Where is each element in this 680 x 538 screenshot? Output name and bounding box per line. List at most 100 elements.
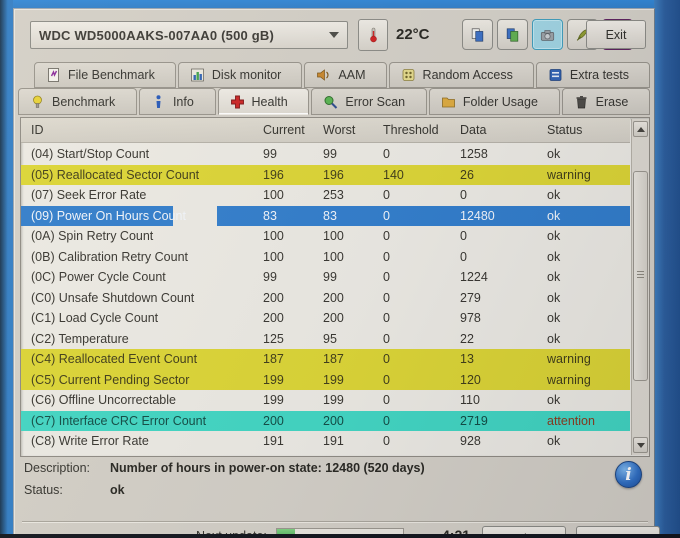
table-row[interactable]: (C7) Interface CRC Error Count 200 200 0… (21, 410, 630, 431)
tab-health[interactable]: Health (217, 88, 310, 115)
table-row[interactable]: (C0) Unsafe Shutdown Count 200 200 0 279… (21, 288, 630, 309)
aam-speaker-icon (317, 69, 329, 81)
column-header-status[interactable]: Status (547, 123, 630, 137)
cell-current: 83 (263, 208, 277, 223)
info-circle-icon[interactable]: i (615, 461, 642, 488)
tab-random-access[interactable]: Random Access (388, 62, 534, 88)
tab-folder-usage[interactable]: Folder Usage (428, 88, 560, 115)
cell-data: 0 (460, 188, 467, 203)
cell-current: 200 (263, 290, 284, 305)
temperature-button[interactable] (358, 19, 388, 51)
cell-threshold: 0 (383, 249, 390, 264)
cell-threshold: 0 (383, 270, 390, 285)
tab-file-benchmark[interactable]: File Benchmark (34, 62, 176, 88)
cell-worst: 200 (323, 311, 344, 326)
tab-label: Error Scan (345, 94, 406, 109)
copy-pages-button[interactable] (462, 19, 493, 50)
tab-label: Folder Usage (462, 94, 538, 109)
main-toolbar: WDC WD5000AAKS-007AA0 (500 gB) 22°C Exit (14, 9, 654, 61)
cell-worst: 83 (323, 208, 337, 223)
scrollbar-grip-icon (637, 271, 644, 280)
scrollbar-thumb[interactable] (633, 171, 648, 381)
cell-threshold: 0 (383, 229, 390, 244)
table-row[interactable]: (05) Reallocated Sector Count 196 196 14… (21, 164, 630, 185)
cell-status: ok (547, 208, 561, 223)
cell-data: 0 (460, 229, 467, 244)
tab-label: Erase (595, 94, 629, 109)
table-row[interactable]: (07) Seek Error Rate 100 253 0 0 ok (21, 185, 630, 206)
random-access-icon (402, 69, 414, 81)
cell-current: 99 (263, 270, 277, 285)
table-row[interactable]: (C4) Reallocated Event Count 187 187 0 1… (21, 349, 630, 370)
tab-erase[interactable]: Erase (561, 88, 650, 115)
column-header-id[interactable]: ID (31, 123, 263, 137)
health-cross-icon (230, 95, 244, 108)
scroll-down-button[interactable] (633, 437, 648, 453)
table-row[interactable]: (04) Start/Stop Count 99 99 0 1258 ok (21, 144, 630, 165)
smart-attributes-panel: ID Current Worst Threshold Data Status (… (20, 117, 650, 457)
vertical-scrollbar[interactable] (631, 119, 649, 455)
drive-selector[interactable]: WDC WD5000AAKS-007AA0 (500 gB) (30, 21, 348, 49)
cell-current: 200 (263, 311, 284, 326)
cell-status: warning (547, 352, 591, 367)
file-benchmark-icon (48, 68, 59, 82)
cell-id: (C5) Current Pending Sector (31, 372, 190, 387)
table-row[interactable]: (C5) Current Pending Sector 199 199 0 12… (21, 369, 630, 390)
table-row[interactable]: (C6) Offline Uncorrectable 199 199 0 110… (21, 390, 630, 411)
tab-info[interactable]: Info (138, 88, 216, 115)
cell-data: 0 (460, 249, 467, 264)
tab-error-scan[interactable]: Error Scan (311, 88, 427, 115)
table-row[interactable]: (0B) Calibration Retry Count 100 100 0 0… (21, 247, 630, 268)
table-row[interactable]: (0A) Spin Retry Count 100 100 0 0 ok (21, 226, 630, 247)
cell-threshold: 0 (383, 393, 390, 408)
copy-save-icon (506, 27, 519, 42)
cell-threshold: 140 (383, 167, 404, 182)
scroll-up-arrow-icon (636, 126, 645, 132)
column-header-worst[interactable]: Worst (323, 123, 383, 137)
tab-benchmark[interactable]: Benchmark (18, 88, 137, 115)
footer-divider (22, 521, 648, 522)
camera-icon (540, 29, 555, 41)
table-row[interactable]: (C2) Temperature 125 95 0 22 ok (21, 329, 630, 350)
tab-label: Random Access (422, 68, 513, 82)
cell-data: 26 (460, 167, 474, 182)
tab-aam[interactable]: AAM (304, 62, 387, 88)
cell-threshold: 0 (383, 352, 390, 367)
benchmark-bulb-icon (33, 95, 42, 108)
cell-id: (C1) Load Cycle Count (31, 311, 159, 326)
column-header-threshold[interactable]: Threshold (383, 123, 460, 137)
screenshot-button[interactable] (532, 19, 563, 50)
cell-id: (C8) Write Error Rate (31, 434, 149, 449)
cell-id: (04) Start/Stop Count (31, 147, 150, 162)
temperature-readout: 22°C (396, 26, 430, 43)
exit-label: Exit (605, 27, 627, 42)
cell-data: 1224 (460, 270, 488, 285)
tab-label: Disk monitor (211, 68, 282, 82)
tab-disk-monitor[interactable]: Disk monitor (177, 62, 303, 88)
cell-id: (0C) Power Cycle Count (31, 270, 166, 285)
cell-worst: 187 (323, 352, 344, 367)
cell-id: (0B) Calibration Retry Count (31, 249, 189, 264)
cell-threshold: 0 (383, 413, 390, 428)
cell-status: ok (547, 434, 561, 449)
cell-id: (C7) Interface CRC Error Count (31, 413, 207, 428)
cell-id: (C4) Reallocated Event Count (31, 352, 198, 367)
exit-button[interactable]: Exit (586, 20, 646, 49)
table-row[interactable]: (C8) Write Error Rate 191 191 0 928 ok (21, 431, 630, 452)
cell-current: 191 (263, 434, 284, 449)
scroll-up-button[interactable] (633, 121, 648, 137)
cell-worst: 95 (323, 331, 337, 346)
cell-data: 22 (460, 331, 474, 346)
folder-usage-icon (441, 97, 455, 107)
column-header-data[interactable]: Data (460, 123, 547, 137)
cell-worst: 99 (323, 270, 337, 285)
table-row[interactable]: (C1) Load Cycle Count 200 200 0 978 ok (21, 308, 630, 329)
desktop-edge-right (654, 0, 680, 538)
column-header-current[interactable]: Current (263, 123, 323, 137)
tab-extra-tests[interactable]: Extra tests (535, 62, 651, 88)
table-row[interactable]: (09) Power On Hours Count 83 83 0 12480 … (21, 205, 630, 226)
copy-save-button[interactable] (497, 19, 528, 50)
table-row[interactable]: (0C) Power Cycle Count 99 99 0 1224 ok (21, 267, 630, 288)
hdtune-window: WDC WD5000AAKS-007AA0 (500 gB) 22°C Exit… (13, 8, 660, 538)
cell-threshold: 0 (383, 188, 390, 203)
